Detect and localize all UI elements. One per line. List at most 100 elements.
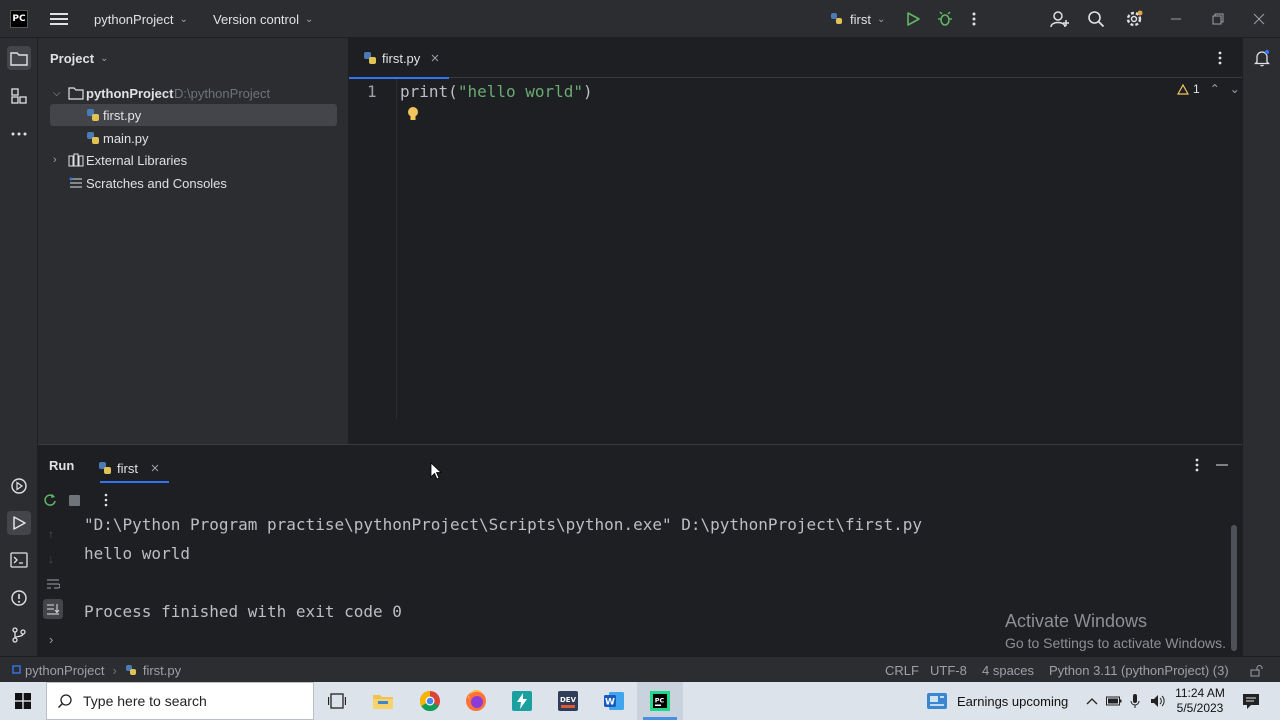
clock[interactable]: 11:24 AM 5/5/2023 [1172,682,1228,720]
task-view-button[interactable] [314,682,360,720]
action-center-button[interactable] [1236,682,1266,720]
close-icon[interactable] [430,53,440,63]
run-config-selector[interactable]: first ⌄ [830,0,885,38]
firefox-button[interactable] [453,682,499,720]
module-icon [12,665,21,674]
warnings-count: 1 [1193,82,1200,96]
search-everywhere-button[interactable] [1087,0,1105,38]
news-widget[interactable]: Earnings upcoming [920,682,1074,720]
more-vertical-icon [1195,458,1199,472]
services-icon [11,478,27,494]
word-button[interactable]: W [591,682,637,720]
scroll-up-button[interactable]: ↑ [48,527,54,541]
minimize-button[interactable] [1170,0,1182,38]
arrow-down-icon: ↓ [48,552,54,566]
run-tool-button[interactable] [7,511,31,535]
more-tools-button[interactable] [7,122,31,146]
project-tool-button[interactable] [7,46,31,70]
structure-tool-button[interactable] [7,84,31,108]
tree-item-external-libraries[interactable]: › External Libraries [38,149,348,171]
rerun-button[interactable] [43,493,57,507]
add-user-icon [1050,11,1069,28]
line-separator-widget[interactable]: CRLF [885,657,919,683]
python-file-icon [87,109,99,121]
tree-item-scratches[interactable]: Scratches and Consoles [38,172,348,194]
breadcrumb-file[interactable]: first.py [143,663,181,678]
scroll-to-end-button[interactable] [43,599,63,619]
hide-panel-button[interactable] [1216,464,1228,466]
line-number: 1 [367,82,377,101]
run-more-button[interactable] [103,493,109,507]
indent-widget[interactable]: 4 spaces [982,657,1034,683]
tree-item-project-root[interactable]: ⌵ pythonProject D:\pythonProject [38,82,348,104]
interpreter-widget[interactable]: Python 3.11 (pythonProject) (3) [1049,657,1229,683]
run-options-button[interactable] [1194,457,1200,473]
taskbar-search-box[interactable]: Type here to search [46,682,314,720]
terminal-tool-button[interactable] [7,548,31,572]
python-file-icon [831,13,842,24]
project-selector[interactable]: pythonProject ⌄ [94,0,188,38]
search-icon [1088,11,1105,28]
unlock-icon [1250,664,1263,676]
word-icon: W [604,692,624,710]
intention-bulb[interactable] [406,106,420,122]
chevron-up-icon[interactable]: ⌃ [1210,82,1220,96]
pycharm-taskbar-button[interactable]: PC [637,682,683,720]
soft-wrap-button[interactable] [46,578,60,590]
more-actions-button[interactable] [971,0,977,38]
tray-overflow-button[interactable] [1083,682,1101,720]
stop-icon [69,495,80,506]
chevron-down-icon: ⌄ [179,13,188,25]
close-window-button[interactable] [1253,0,1265,38]
main-menu-button[interactable] [50,0,68,38]
code-line[interactable]: print("hello world") [400,82,593,101]
chrome-button[interactable] [407,682,453,720]
services-tool-button[interactable] [7,474,31,498]
indent-label: 4 spaces [982,662,1035,678]
external-libraries-label: External Libraries [86,152,188,168]
scroll-down-button[interactable]: ↓ [48,552,54,566]
file-explorer-button[interactable] [360,682,406,720]
start-button[interactable] [0,682,46,720]
settings-button[interactable] [1124,0,1144,38]
run-config-name: first [850,11,871,27]
debug-button[interactable] [937,0,953,38]
app-button[interactable] [499,682,545,720]
pycharm-logo-icon: PC [10,10,28,28]
project-panel-header[interactable]: Project ⌄ [50,48,108,68]
editor-tab-bar: first.py [349,38,1242,79]
tree-item-file[interactable]: first.py [50,104,337,126]
folder-icon [68,87,84,100]
expand-toolbar-button[interactable]: › [49,632,53,647]
microphone-tray-icon[interactable] [1126,682,1144,720]
git-tool-button[interactable] [7,623,31,647]
console-scrollbar[interactable] [1231,525,1237,651]
code-with-me-button[interactable] [1050,0,1070,38]
volume-tray-icon[interactable] [1148,682,1168,720]
run-button[interactable] [905,0,921,38]
breadcrumb-project[interactable]: pythonProject [25,663,105,678]
chevron-down-icon[interactable]: ⌄ [1230,82,1240,96]
chevron-right-icon: › [112,662,117,678]
library-icon [68,153,84,167]
app-logo[interactable]: PC [10,0,28,38]
restore-button[interactable] [1212,0,1224,38]
vcs-selector[interactable]: Version control ⌄ [213,0,313,38]
editor-area: first.py 1 print("hello world") 1 ⌃ ⌄ [349,38,1242,444]
notifications-button[interactable] [1250,46,1274,70]
inspection-widget[interactable]: 1 ⌃ ⌄ [1177,82,1240,96]
dev-app-button[interactable]: DEV [545,682,591,720]
problems-tool-button[interactable] [7,586,31,610]
editor-tab[interactable]: first.py [349,38,449,79]
encoding-widget[interactable]: UTF-8 [930,657,967,683]
news-icon [927,693,947,709]
editor-options-button[interactable] [1217,50,1223,66]
run-tab[interactable]: first [98,453,160,483]
tree-item-file[interactable]: main.py [38,127,348,149]
stop-button[interactable] [69,495,80,506]
readonly-toggle[interactable] [1250,657,1263,683]
warning-icon [1177,83,1189,95]
battery-tray-icon[interactable] [1104,682,1124,720]
close-icon[interactable] [150,463,160,473]
news-text: Earnings upcoming [957,693,1069,709]
